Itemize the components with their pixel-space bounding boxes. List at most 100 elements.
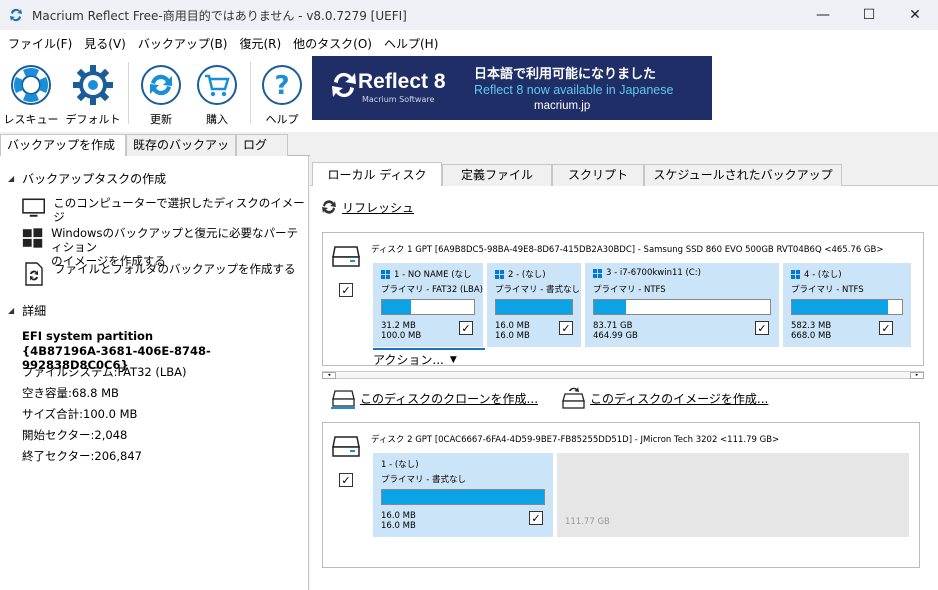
- partition-total: 16.0 MB: [381, 521, 416, 531]
- details-section-header[interactable]: ◢ 詳細: [8, 302, 46, 319]
- image-disk-label: このディスクのイメージを作成...: [590, 391, 769, 406]
- tasks-section-header[interactable]: ◢ バックアップタスクの作成: [8, 170, 166, 187]
- partition-usage-bar: [593, 299, 771, 315]
- detail-start-sector: 開始セクター:2,048: [22, 428, 128, 442]
- partition-total: 16.0 MB: [495, 331, 530, 341]
- detail-total-size: サイズ合計:100.0 MB: [22, 407, 138, 421]
- partition-usage-fill: [496, 300, 572, 314]
- windows-logo-icon: [495, 269, 504, 279]
- partition-type: プライマリ - NTFS: [593, 285, 666, 295]
- partition-usage-fill: [382, 490, 544, 504]
- windows-logo-icon: [791, 269, 800, 279]
- tab-scheduled-backups[interactable]: スケジュールされたバックアップ: [644, 164, 842, 186]
- banner-english-text: Reflect 8 now available in Japanese: [474, 83, 674, 97]
- collapse-triangle-icon: ◢: [8, 174, 15, 183]
- partition-1-checkbox[interactable]: ✓: [459, 321, 473, 335]
- details-header-label: 詳細: [22, 304, 47, 318]
- task-label: Windowsのバックアップと復元に必要なパーティション: [51, 226, 298, 254]
- tab-create-backup[interactable]: バックアップを作成する: [0, 134, 126, 173]
- refresh-label: リフレッシュ: [342, 200, 415, 215]
- menu-other-tasks[interactable]: 他のタスク(O): [287, 35, 378, 52]
- partition-total: 464.99 GB: [593, 331, 638, 341]
- help-label: ヘルプ: [265, 113, 299, 126]
- left-tab-strip: バックアップを作成する 既存のバックアップ ログ: [0, 134, 310, 173]
- help-button[interactable]: ? ヘルプ: [255, 58, 309, 128]
- menu-restore[interactable]: 復元(R): [233, 35, 287, 52]
- partition-type: プライマリ - 書式なし: [381, 475, 466, 485]
- tab-local-disks[interactable]: ローカル ディスク: [312, 162, 442, 187]
- lifebuoy-icon: [11, 65, 51, 105]
- partition-usage-bar: [495, 299, 573, 315]
- buy-button[interactable]: 購入: [190, 58, 244, 128]
- partition-used: 83.71 GB: [593, 321, 633, 331]
- task-label: ファイルとフォルダのバックアップを作成する: [54, 262, 296, 276]
- disk-2-checkbox[interactable]: ✓: [339, 473, 353, 487]
- banner-subtitle: Macrium Software: [362, 95, 435, 104]
- toolbar-separator: [250, 62, 251, 124]
- update-button[interactable]: 更新: [134, 58, 188, 128]
- detail-end-sector: 終了セクター:206,847: [22, 449, 142, 463]
- menu-view[interactable]: 見る(V): [78, 35, 132, 52]
- partition-usage-fill: [382, 300, 411, 314]
- tab-scripts[interactable]: スクリプト: [552, 164, 644, 186]
- hard-drive-icon: [332, 436, 360, 457]
- refresh-circle-icon: [141, 65, 181, 105]
- image-disk-link[interactable]: このディスクのイメージを作成...: [560, 386, 768, 410]
- scroll-left-icon[interactable]: ◂: [322, 372, 336, 379]
- partition-1[interactable]: 1 - NO NAME (なし プライマリ - FAT32 (LBA) 31.2…: [373, 263, 483, 347]
- task-label: このコンピューターで選択したディスクのイメージ: [53, 196, 305, 224]
- rescue-label: レスキュー: [3, 113, 59, 126]
- partition-4-checkbox[interactable]: ✓: [879, 321, 893, 335]
- minimize-button[interactable]: —: [800, 0, 846, 30]
- disk-2-partition-1-checkbox[interactable]: ✓: [529, 511, 543, 525]
- toolbar-separator: [128, 62, 129, 124]
- rescue-button[interactable]: レスキュー: [3, 58, 59, 128]
- task-image-selected-disks[interactable]: このコンピューターで選択したディスクのイメージ: [22, 196, 308, 224]
- title-bar: Macrium Reflect Free-商用目的ではありません - v8.0.…: [0, 0, 938, 30]
- promo-banner[interactable]: Reflect 8 Macrium Software 日本語で利用可能になりまし…: [312, 56, 712, 120]
- menu-bar: ファイル(F) 見る(V) バックアップ(B) 復元(R) 他のタスク(O) ヘ…: [0, 30, 938, 56]
- detail-partition-name: EFI system partition: [22, 329, 154, 343]
- banner-brand: Reflect 8: [358, 70, 446, 93]
- close-button[interactable]: ✕: [892, 0, 938, 30]
- actions-label: アクション...: [373, 353, 444, 367]
- tab-definition-files[interactable]: 定義ファイル: [442, 164, 552, 186]
- detail-free-space: 空き容量:68.8 MB: [22, 386, 119, 400]
- menu-backup[interactable]: バックアップ(B): [132, 35, 234, 52]
- partition-used: 16.0 MB: [495, 321, 530, 331]
- partition-total: 668.0 MB: [791, 331, 832, 341]
- disk-2-partition-1[interactable]: 1 - (なし) プライマリ - 書式なし 16.0 MB 16.0 MB ✓: [373, 453, 553, 537]
- horizontal-scrollbar[interactable]: ◂ ▸: [322, 371, 924, 379]
- partition-3[interactable]: 3 - i7-6700kwin11 (C:) プライマリ - NTFS 83.7…: [585, 263, 779, 347]
- actions-dropdown[interactable]: アクション... ▼: [373, 351, 457, 368]
- partition-4[interactable]: 4 - (なし) プライマリ - NTFS 582.3 MB 668.0 MB …: [783, 263, 911, 347]
- task-backup-files-folders[interactable]: ファイルとフォルダのバックアップを作成する: [22, 262, 296, 286]
- svg-text:?: ?: [274, 71, 289, 101]
- partition-2-checkbox[interactable]: ✓: [559, 321, 573, 335]
- default-label: デフォルト: [65, 113, 121, 126]
- window-title: Macrium Reflect Free-商用目的ではありません - v8.0.…: [32, 8, 407, 23]
- partition-usage-fill: [792, 300, 888, 314]
- default-button[interactable]: デフォルト: [65, 58, 121, 128]
- unallocated-size: 111.77 GB: [565, 517, 610, 527]
- partition-usage-fill: [594, 300, 626, 314]
- right-tab-strip: ローカル ディスク 定義ファイル スクリプト スケジュールされたバックアップ: [310, 160, 938, 187]
- tab-existing-backups[interactable]: 既存のバックアップ: [126, 134, 236, 173]
- macrium-app-icon: [10, 8, 22, 22]
- partition-3-checkbox[interactable]: ✓: [755, 321, 769, 335]
- unallocated-space[interactable]: 111.77 GB: [557, 453, 909, 537]
- disk-1-header: ディスク 1 GPT [6A9B8DC5-98BA-49E8-8D67-415D…: [371, 245, 884, 255]
- partition-used: 582.3 MB: [791, 321, 832, 331]
- maximize-button[interactable]: ☐: [846, 0, 892, 30]
- clone-disk-link[interactable]: このディスクのクローンを作成...: [330, 386, 538, 410]
- partition-total: 100.0 MB: [381, 331, 422, 341]
- file-sync-icon: [25, 262, 43, 286]
- refresh-link[interactable]: リフレッシュ: [320, 198, 414, 216]
- menu-file[interactable]: ファイル(F): [2, 35, 78, 52]
- partition-2[interactable]: 2 - (なし) プライマリ - 書式なし 16.0 MB 16.0 MB ✓: [487, 263, 581, 347]
- disk-2-panel: ✓ ディスク 2 GPT [0CAC6667-6FA4-4D59-9BE7-FB…: [322, 422, 920, 568]
- tab-log[interactable]: ログ: [236, 134, 288, 156]
- menu-help[interactable]: ヘルプ(H): [378, 35, 444, 52]
- scroll-right-icon[interactable]: ▸: [910, 372, 924, 379]
- disk-1-checkbox[interactable]: ✓: [339, 283, 353, 297]
